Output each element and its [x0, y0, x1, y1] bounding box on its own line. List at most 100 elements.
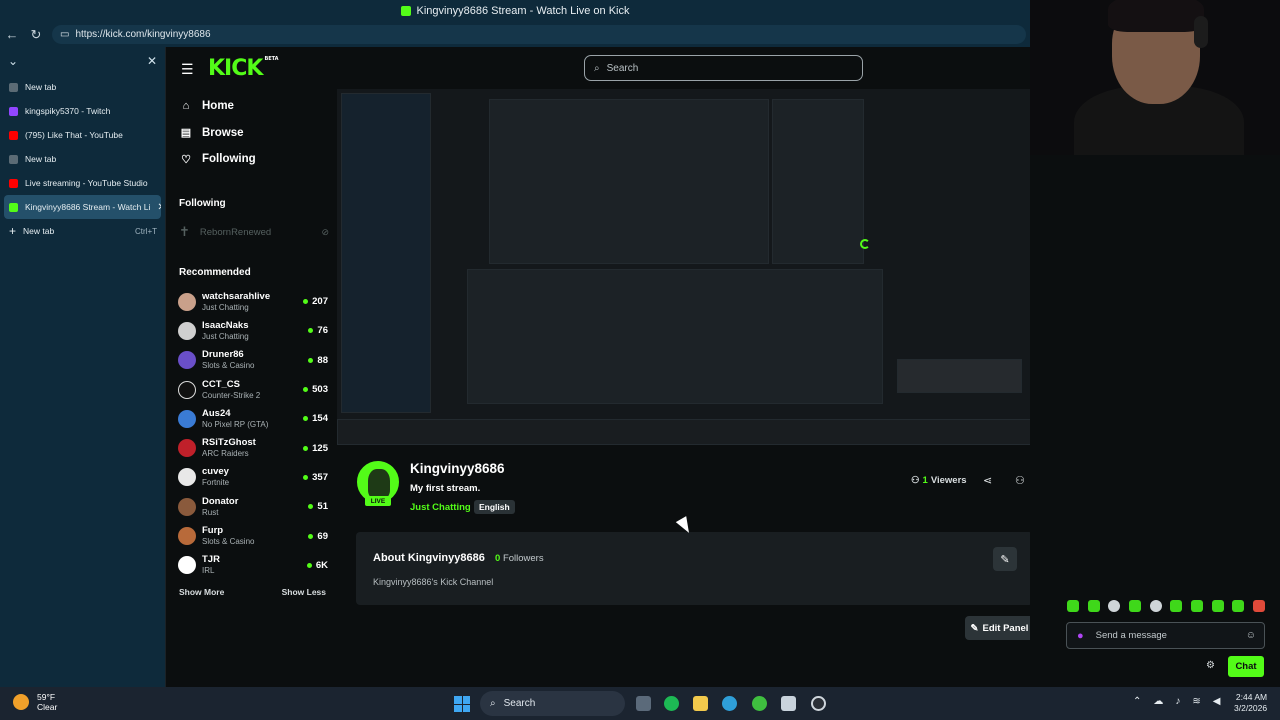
share-icon[interactable]: ⋖ [983, 474, 992, 487]
recommended-channel[interactable]: Aus24 No Pixel RP (GTA) 154 [178, 404, 328, 433]
emote-icon[interactable] [1149, 600, 1162, 612]
task-view-icon[interactable] [636, 696, 651, 711]
file-explorer-icon[interactable] [693, 696, 708, 711]
recommended-channel[interactable]: Donator Rust 51 [178, 492, 328, 521]
chevron-down-icon[interactable]: ⌄ [8, 54, 18, 68]
windows-start-icon[interactable] [454, 696, 470, 712]
volume-icon[interactable]: ◀ [1213, 696, 1221, 707]
emote-icon[interactable] [1170, 600, 1183, 612]
nav-home[interactable]: ⌂ Home [166, 93, 336, 120]
avatar [178, 321, 196, 340]
language-tag[interactable]: English [474, 500, 515, 514]
microphone-icon[interactable]: ♪ [1175, 696, 1180, 707]
microphone-icon[interactable]: ● [1077, 630, 1084, 642]
close-tab-icon[interactable]: ✕ [157, 202, 161, 213]
viewer-count-number: 1 [922, 475, 928, 486]
emote-icon[interactable] [1190, 600, 1203, 612]
pin-panel-icon[interactable]: ✕ [147, 54, 157, 68]
avatar [178, 497, 196, 516]
plus-icon: + [9, 224, 17, 238]
chat-send-button[interactable]: Chat [1228, 656, 1264, 677]
weather-widget[interactable]: 59°F Clear [13, 692, 57, 712]
emote-icon[interactable] [1128, 600, 1141, 612]
store-icon[interactable] [781, 696, 796, 711]
live-dot-icon [308, 504, 314, 510]
video-player[interactable] [337, 89, 1051, 445]
recommended-channel[interactable]: watchsarahlive Just Chatting 207 [178, 287, 328, 316]
onedrive-icon[interactable]: ☁ [1153, 696, 1163, 707]
recommended-channel[interactable]: TJR IRL 6K [178, 551, 328, 580]
video-frame-panel [467, 269, 883, 404]
emote-icon[interactable] [1211, 600, 1224, 612]
channel-category: IRL [202, 566, 215, 576]
emoji-picker-icon[interactable]: ☺ [1246, 630, 1256, 641]
edge-browser-icon[interactable] [722, 696, 737, 711]
system-tray: ⌃ ☁ ♪ ≋ ◀ [1133, 696, 1220, 707]
window-title: Kingvinyy8686 Stream - Watch Live on Kic… [416, 5, 630, 17]
kick-logo[interactable]: KICK BETA [208, 56, 279, 81]
channel-category: ARC Raiders [202, 449, 249, 459]
tab-item[interactable]: New tab [0, 75, 165, 99]
edit-about-button[interactable]: ✎ [993, 547, 1017, 571]
recommended-channel[interactable]: CCT_CS Counter-Strike 2 503 [178, 375, 328, 404]
video-frame-panel [489, 99, 769, 264]
url-text: https://kick.com/kingvinyy8686 [75, 29, 211, 40]
reload-icon[interactable]: ↻ [24, 27, 48, 43]
page-icon: ▭ [60, 29, 70, 40]
taskbar-search[interactable]: ⌕ Search [480, 691, 625, 716]
emote-icon[interactable] [1087, 600, 1100, 612]
channel-name: watchsarahlive [202, 290, 271, 302]
video-frame-panel [772, 99, 864, 264]
tab-item[interactable]: Live streaming - YouTube Studio [0, 171, 165, 195]
search-input[interactable]: ⌕ Search [584, 55, 863, 81]
streamer-name[interactable]: Kingvinyy8686 [410, 461, 505, 476]
chat-message-input[interactable]: ● Send a message ☺ [1066, 622, 1265, 649]
emote-icon[interactable] [1067, 600, 1079, 612]
wifi-icon[interactable]: ≋ [1192, 696, 1200, 707]
live-dot-icon [308, 533, 314, 539]
recommended-channel[interactable]: Furp Slots & Casino 69 [178, 521, 328, 550]
tab-item-active[interactable]: Kingvinyy8686 Stream - Watch Li ✕ [4, 195, 161, 219]
live-dot-icon [303, 416, 309, 422]
back-arrow-icon[interactable]: ← [0, 27, 24, 42]
user-settings-icon[interactable]: ⚇ [1015, 474, 1025, 487]
heart-icon: ♡ [181, 153, 191, 166]
edit-panel-label: Edit Panel [982, 622, 1029, 634]
show-more-button[interactable]: Show More [179, 587, 224, 597]
emote-icon[interactable] [1252, 600, 1265, 612]
obs-icon[interactable] [811, 696, 826, 711]
search-placeholder: Search [606, 62, 639, 74]
viewer-count-value: 88 [317, 354, 328, 366]
recommended-channel[interactable]: RSiTzGhost ARC Raiders 125 [178, 433, 328, 462]
url-field[interactable]: ▭ https://kick.com/kingvinyy8686 [52, 25, 1026, 44]
nav-browse[interactable]: ▤ Browse [166, 120, 336, 147]
show-less-button[interactable]: Show Less [282, 587, 326, 597]
recommended-channel[interactable]: Druner86 Slots & Casino 88 [178, 346, 328, 375]
chevron-up-icon[interactable]: ⌃ [1133, 696, 1141, 707]
tab-item[interactable]: New tab [0, 147, 165, 171]
taskbar-clock[interactable]: 2:44 AM 3/2/2026 [1234, 692, 1267, 714]
tab-item[interactable]: kingspiky5370 - Twitch [0, 99, 165, 123]
new-tab-label: New tab [23, 226, 55, 236]
stream-category-link[interactable]: Just Chatting [410, 502, 471, 513]
emote-icon[interactable] [1232, 600, 1245, 612]
tab-item[interactable]: (795) Like That - YouTube [0, 123, 165, 147]
recommended-channel[interactable]: cuvey Fortnite 357 [178, 463, 328, 492]
tab-favicon-icon [9, 82, 18, 92]
channel-name: Aus24 [202, 407, 231, 419]
spotify-icon[interactable] [664, 696, 679, 711]
edit-panel-button[interactable]: ✎ Edit Panel [965, 616, 1034, 640]
emote-icon[interactable] [1108, 600, 1121, 612]
menu-icon[interactable]: ☰ [181, 61, 194, 78]
following-channel[interactable]: ✝ RebornRenewed ⊘ [179, 224, 329, 240]
clock-date: 3/2/2026 [1234, 703, 1268, 713]
chat-settings-gear-icon[interactable]: ⚙ [1206, 660, 1215, 671]
xbox-icon[interactable] [752, 696, 767, 711]
tab-favicon-icon [9, 154, 18, 164]
viewers-icon: ⚇ [911, 475, 920, 486]
new-tab-button[interactable]: + New tab Ctrl+T [0, 219, 165, 243]
nav-following[interactable]: ♡ Following [166, 146, 336, 173]
channel-category: Counter-Strike 2 [202, 390, 261, 400]
recommended-channel[interactable]: IsaacNaks Just Chatting 76 [178, 316, 328, 345]
tab-label: (795) Like That - YouTube [25, 130, 123, 140]
